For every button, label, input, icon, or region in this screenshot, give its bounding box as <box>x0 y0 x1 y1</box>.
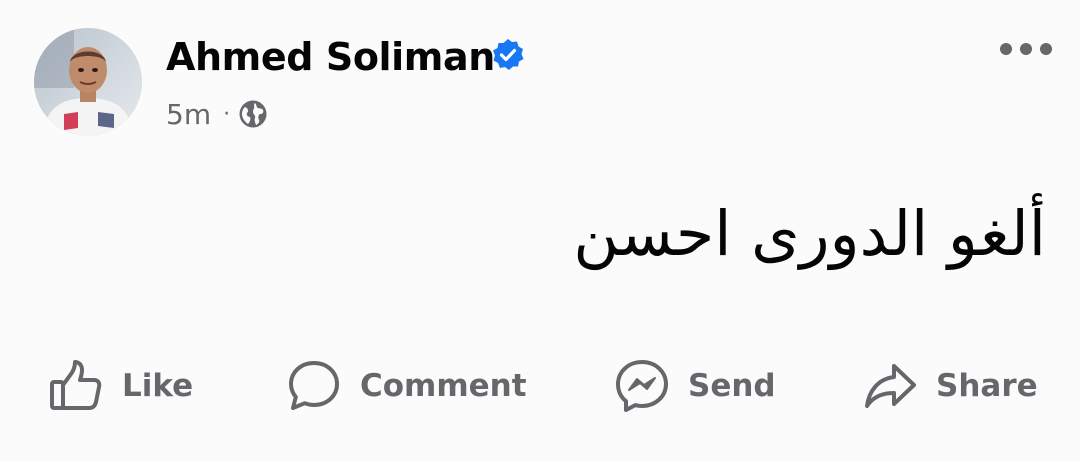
post-time[interactable]: 5m <box>166 98 211 131</box>
meta-separator: · <box>223 101 231 127</box>
comment-label: Comment <box>360 368 527 404</box>
action-bar: Like Comment Send Share <box>0 352 1080 420</box>
send-label: Send <box>688 368 776 404</box>
like-button[interactable]: Like <box>48 352 193 420</box>
share-label: Share <box>936 368 1038 404</box>
globe-icon[interactable] <box>238 99 268 129</box>
like-label: Like <box>122 368 194 404</box>
author-name[interactable]: Ahmed Soliman <box>166 34 495 80</box>
share-arrow-icon <box>865 364 916 408</box>
profile-photo <box>34 28 142 136</box>
comment-bubble-icon <box>289 361 339 410</box>
more-options-button[interactable] <box>996 34 1056 64</box>
avatar[interactable] <box>34 28 142 136</box>
post-text: ألغو الدورى احسن <box>573 197 1046 270</box>
comment-button[interactable]: Comment <box>286 352 527 420</box>
messenger-icon <box>616 360 668 412</box>
thumbs-up-icon <box>50 360 102 410</box>
verified-badge-icon <box>493 39 524 70</box>
post-meta: 5m · <box>166 94 268 134</box>
send-button[interactable]: Send <box>614 352 776 420</box>
share-button[interactable]: Share <box>862 352 1038 420</box>
more-horizontal-icon <box>1000 43 1052 55</box>
